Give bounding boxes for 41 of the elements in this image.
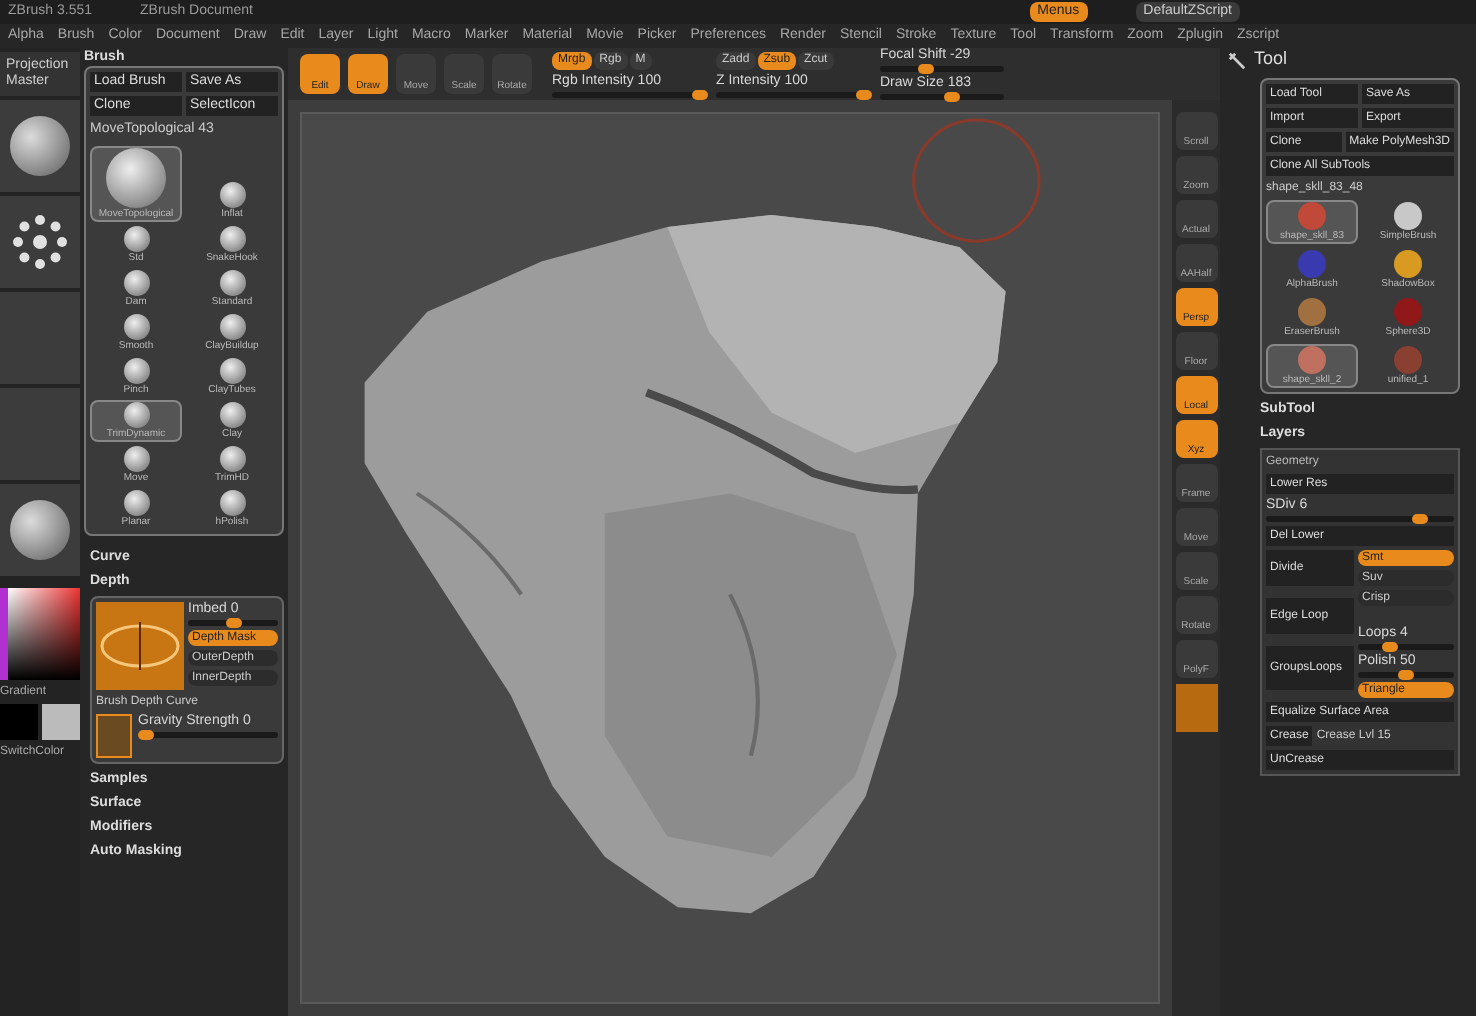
brush-icon [219, 269, 245, 295]
brush-icon [123, 225, 149, 251]
brush-icon [219, 401, 245, 427]
material-tile[interactable] [0, 388, 80, 480]
brush-icon [219, 181, 245, 207]
slider-thumb[interactable] [918, 64, 935, 74]
brush-icon [123, 489, 149, 515]
slider-thumb[interactable] [1398, 670, 1414, 680]
slider-thumb[interactable] [856, 89, 872, 99]
slider-thumb[interactable] [1382, 642, 1398, 652]
brush-icon [123, 313, 149, 339]
slider-thumb[interactable] [138, 729, 154, 739]
color-swatch [1175, 684, 1217, 732]
brush-icon [219, 225, 245, 251]
slider-thumb[interactable] [944, 92, 961, 102]
secondary-color-swatch[interactable] [42, 704, 80, 740]
brush-icon [219, 489, 245, 515]
brush-cursor [912, 118, 1041, 243]
slider-thumb[interactable] [1412, 514, 1429, 524]
tool-icon [1228, 51, 1246, 69]
brush-icon [123, 269, 149, 295]
brush-icon [123, 357, 149, 383]
slider-track[interactable] [138, 731, 278, 737]
material-tile[interactable] [0, 196, 80, 288]
slider-track[interactable] [188, 619, 278, 625]
panel-title: Tool [1254, 46, 1288, 73]
color-picker[interactable] [0, 588, 80, 680]
material-tile[interactable] [0, 484, 80, 576]
main-color-swatch[interactable] [0, 704, 38, 740]
slider-thumb[interactable] [692, 89, 708, 99]
material-tile[interactable] [0, 100, 80, 192]
brush-icon [106, 147, 166, 207]
brush-icon [123, 445, 149, 471]
dots-icon [10, 212, 70, 272]
gravity-icon [96, 713, 132, 757]
brush-icon [219, 313, 245, 339]
brush-icon [219, 445, 245, 471]
slider-thumb[interactable] [225, 617, 241, 627]
brush-icon [123, 401, 149, 427]
brush-icon [219, 357, 245, 383]
material-tile[interactable] [0, 292, 80, 384]
